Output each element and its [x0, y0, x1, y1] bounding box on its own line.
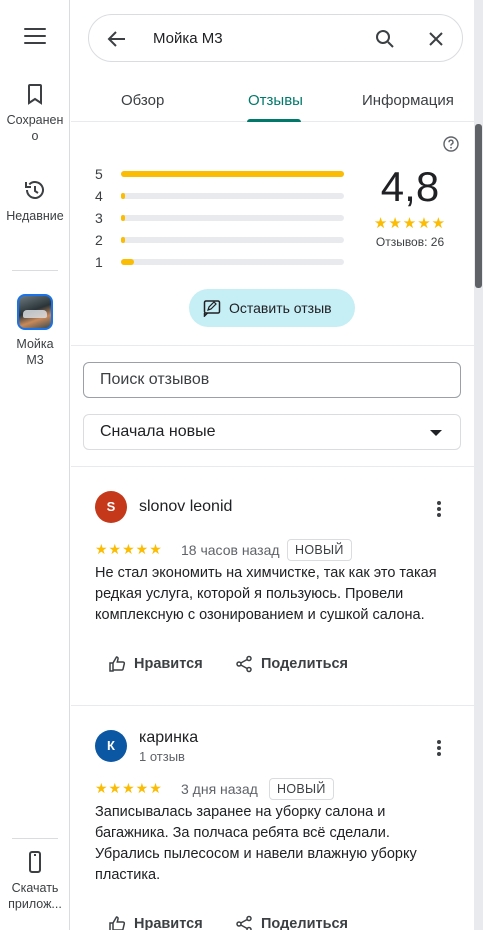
review-meta: ★★★★★ 18 часов назад НОВЫЙ: [95, 539, 455, 561]
rating-summary: 4,8 ★★★★★ Отзывов: 26: [365, 163, 455, 250]
tab-reviews[interactable]: Отзывы: [248, 92, 303, 109]
review-text: Записывалась заранее на уборку салона и …: [95, 804, 417, 883]
like-label: Нравится: [134, 656, 203, 672]
review-stars: ★★★★★: [95, 541, 163, 557]
rating-row-label: 2: [95, 232, 103, 248]
like-button[interactable]: Нравится: [108, 651, 208, 679]
rating-bar-track: [121, 215, 344, 221]
back-arrow-icon[interactable]: [105, 27, 129, 51]
rail-recent[interactable]: Недавние: [0, 178, 70, 224]
write-review-button[interactable]: Оставить отзыв: [189, 289, 355, 327]
rating-row-label: 1: [95, 254, 103, 270]
rating-row-label: 4: [95, 188, 103, 204]
review-search-input[interactable]: Поиск отзывов: [83, 362, 461, 398]
review-time: 3 дня назад: [181, 781, 258, 797]
rail-saved[interactable]: Сохранено: [0, 82, 70, 144]
history-icon: [25, 181, 44, 199]
phone-icon: [29, 851, 41, 873]
search-box[interactable]: Мойка М3: [88, 14, 463, 62]
scrollbar[interactable]: [474, 0, 483, 930]
search-input[interactable]: Мойка М3: [153, 30, 223, 47]
rail-recent-label: Недавние: [6, 209, 64, 223]
rail-divider: [12, 270, 58, 271]
divider: [71, 466, 474, 467]
rating-row: 3: [95, 207, 355, 229]
rating-stars: ★★★★★: [373, 215, 447, 232]
rating-bar-fill: [121, 237, 125, 243]
review-stars: ★★★★★: [95, 780, 163, 796]
search-icon[interactable]: [373, 27, 397, 51]
avatar[interactable]: S: [95, 491, 127, 523]
rating-value: 4,8: [380, 163, 440, 210]
rail-download-label: Скачать прилож...: [8, 881, 62, 911]
share-label: Поделиться: [261, 656, 349, 672]
review-meta: ★★★★★ 3 дня назад НОВЫЙ: [95, 778, 455, 800]
rating-row: 1: [95, 251, 355, 273]
rating-bar-track: [121, 259, 344, 265]
rating-row: 5: [95, 163, 355, 185]
more-vert-icon[interactable]: [435, 740, 443, 756]
share-button[interactable]: Поделиться: [235, 651, 355, 679]
scrollbar-thumb[interactable]: [475, 124, 482, 288]
rating-bar-fill: [121, 193, 125, 199]
share-button[interactable]: Поделиться: [235, 911, 355, 930]
rating-row: 4: [95, 185, 355, 207]
sort-select[interactable]: Сначала новые: [83, 414, 461, 450]
rating-bar-track: [121, 193, 344, 199]
rating-bar-fill: [121, 215, 125, 221]
reviewer-name[interactable]: каринка: [139, 729, 198, 747]
tab-indicator: [247, 119, 301, 122]
new-badge: НОВЫЙ: [269, 778, 334, 800]
rail-place-label: Мойка М3: [16, 337, 54, 367]
like-label: Нравится: [134, 916, 203, 930]
reviewer-name[interactable]: slonov leonid: [139, 498, 232, 516]
like-button[interactable]: Нравится: [108, 911, 208, 930]
rating-bar-track: [121, 237, 344, 243]
divider: [71, 705, 474, 706]
place-panel: Мойка М3 Обзор Отзывы Информация 5 4 3 2…: [71, 0, 474, 930]
rating-bar-track: [121, 171, 344, 177]
avatar[interactable]: К: [95, 730, 127, 762]
rail-download[interactable]: Скачать прилож...: [0, 850, 70, 912]
rail-place[interactable]: Мойка М3: [0, 294, 70, 368]
sort-label: Сначала новые: [100, 423, 216, 440]
more-vert-icon[interactable]: [435, 501, 443, 517]
rating-row-label: 5: [95, 166, 103, 182]
share-label: Поделиться: [261, 916, 349, 930]
close-icon[interactable]: [424, 27, 448, 51]
tab-bar: Обзор Отзывы Информация: [71, 76, 474, 122]
thumb-up-icon: [109, 656, 126, 672]
rating-bar-fill: [121, 171, 344, 177]
thumb-up-icon: [109, 916, 126, 930]
rating-row-label: 3: [95, 210, 103, 226]
caret-down-icon: [430, 430, 442, 436]
write-review-label: Оставить отзыв: [229, 300, 332, 316]
rate-review-icon: [203, 300, 221, 317]
bookmark-icon: [28, 84, 42, 105]
reviewer-review-count: 1 отзыв: [139, 749, 185, 764]
review-count: Отзывов: 26: [375, 235, 445, 249]
rating-bar-fill: [121, 259, 134, 265]
rating-row: 2: [95, 229, 355, 251]
left-rail: Сохранено Недавние Мойка М3 Скачать прил…: [0, 0, 70, 930]
share-icon: [236, 915, 252, 930]
help-icon[interactable]: [443, 136, 459, 152]
new-badge: НОВЫЙ: [287, 539, 352, 561]
review-text: Не стал экономить на химчистке, так как …: [95, 565, 437, 623]
review-time: 18 часов назад: [181, 542, 280, 558]
tab-overview[interactable]: Обзор: [121, 92, 164, 109]
menu-icon[interactable]: [22, 28, 48, 48]
share-icon: [236, 655, 252, 673]
place-thumbnail: [17, 294, 53, 330]
rail-saved-label: Сохранено: [6, 113, 64, 143]
tab-info[interactable]: Информация: [362, 92, 454, 109]
divider: [71, 345, 474, 346]
rail-divider: [12, 838, 58, 839]
